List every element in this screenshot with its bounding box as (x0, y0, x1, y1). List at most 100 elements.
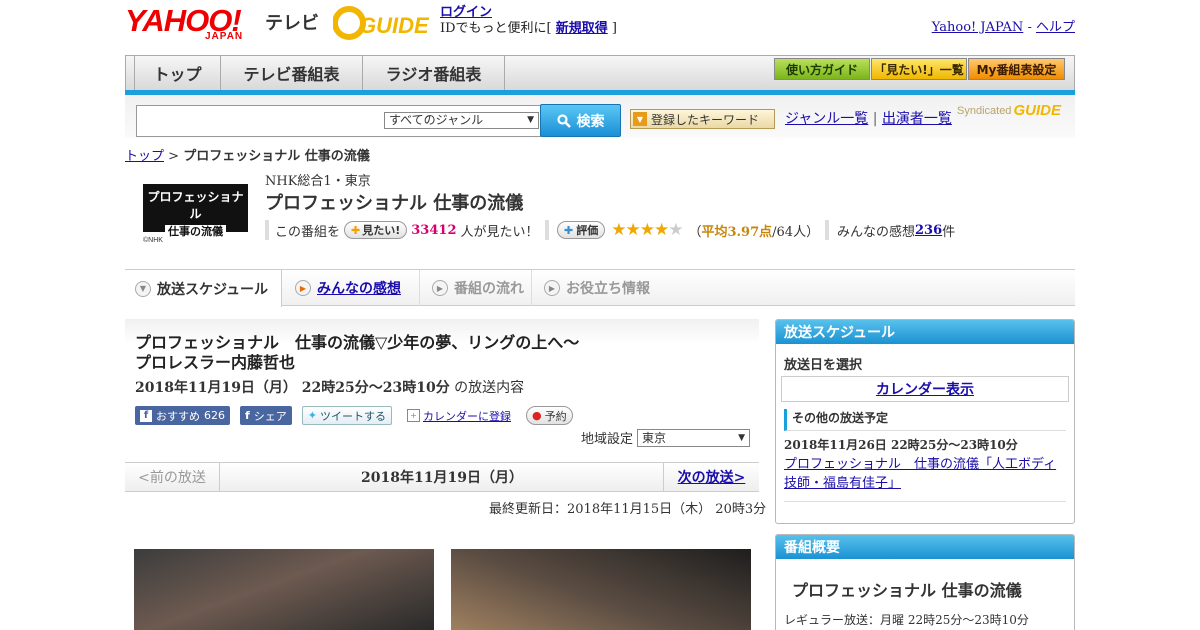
region-select[interactable]: 東京 ▼ (637, 428, 751, 447)
facebook-recommend-button[interactable]: f おすすめ 626 (135, 406, 230, 425)
episode-photo[interactable] (134, 549, 434, 630)
star-icon: ★ (653, 220, 669, 240)
star-icon: ★ (625, 220, 640, 240)
search-bar: すべてのジャンル ▼ 検索 ▼ 登録したキーワード ジャンル一覧 | 出演者一覧… (125, 95, 1075, 138)
star-icon: ★ (611, 220, 626, 240)
tab-top[interactable]: トップ (134, 56, 221, 90)
arrow-right-icon: ▶ (432, 280, 448, 296)
arrow-right-icon: ▶ (544, 280, 560, 296)
want-to-watch-label: 見たい! (362, 224, 401, 237)
episode-datetime: 2018年11月19日（月） 22時25分～23時10分 (135, 380, 450, 396)
arrow-right-icon: ▶ (295, 280, 311, 296)
genre-list-link[interactable]: ジャンル一覧 (785, 111, 868, 127)
syndicated-label: Syndicated (957, 104, 1012, 117)
want-count: 33412 (411, 222, 457, 238)
twitter-bird-icon: ✦ (307, 409, 318, 422)
episode-title-line2: プロレスラー内藤哲也 (135, 353, 296, 372)
tweet-button[interactable]: ✦ ツイートする (301, 406, 393, 425)
schedule-sidebar: 放送スケジュール 放送日を選択 カレンダー表示 その他の放送予定 2018年11… (775, 319, 1075, 524)
facebook-icon: f (140, 409, 152, 422)
breadcrumb-separator: > (164, 149, 184, 164)
reviews-count-link[interactable]: 236 (915, 223, 942, 238)
login-link[interactable]: ログイン (440, 5, 492, 20)
star-icon: ★ (639, 220, 655, 240)
want-to-watch-row: この番組を ✚ 見たい! 33412 人が見たい！ (265, 220, 539, 240)
tab-broadcast-schedule[interactable]: ▼ 放送スケジュール (125, 270, 282, 307)
gguide-logo-text: GUIDE (359, 13, 430, 38)
episode-photo[interactable] (451, 549, 751, 630)
summary-sidebar: 番組概要 プロフェッショナル 仕事の流儀 レギュラー放送：月曜 22時25分～2… (775, 534, 1075, 630)
tab-tv-listings[interactable]: テレビ番組表 (221, 56, 363, 90)
yahoo-japan-link[interactable]: Yahoo! JAPAN (932, 20, 1024, 35)
plus-icon: ✚ (564, 223, 574, 237)
rating-row: ✚ 評価 ★★★★★ （平均3.97点/64人） (545, 220, 819, 240)
region-label: 地域設定 (581, 432, 634, 447)
star-icon: ★ (668, 220, 683, 240)
yahoo-japan-wordmark: JAPAN (205, 31, 244, 42)
tab-program-flow: ▶ 番組の流れ (422, 270, 532, 306)
calendar-view-link[interactable]: カレンダー表示 (876, 379, 974, 399)
dropdown-arrow-icon: ▼ (633, 112, 647, 126)
signup-link[interactable]: 新規取得 (556, 21, 608, 36)
tab-useful-info: ▶ お役立ち情報 (534, 270, 674, 306)
facebook-recommend-label: おすすめ (156, 409, 200, 423)
facebook-share-label: シェア (253, 409, 287, 423)
review-count: みんなの感想 236 件 (825, 220, 955, 240)
episode-date-suffix: の放送内容 (449, 380, 525, 396)
want-prefix: この番組を (275, 224, 341, 240)
add-to-calendar-button[interactable]: + カレンダーに登録 (402, 406, 516, 425)
select-date-label: 放送日を選択 (784, 358, 863, 373)
tv-label: テレビ (265, 13, 319, 34)
other-broadcast-link[interactable]: プロフェッショナル 仕事の流儀「人工ボディ技師・福島有佳子」 (784, 457, 1056, 491)
login-block: ログイン IDでもっと便利に[ 新規取得 ] (440, 5, 617, 37)
episode-date: 2018年11月19日（月） 22時25分～23時10分 の放送内容 (135, 377, 524, 397)
my-listings-settings-button[interactable]: My番組表設定 (968, 58, 1065, 80)
usage-guide-button[interactable]: 使い方ガイド (774, 58, 870, 80)
saved-keywords-button[interactable]: ▼ 登録したキーワード (630, 109, 775, 129)
search-button[interactable]: 検索 (540, 104, 621, 137)
pager-current-date: 2018年11月19日（月） (361, 470, 523, 486)
rating-average: 平均3.97点 (701, 224, 773, 240)
facebook-icon: f (245, 409, 250, 422)
want-list-button[interactable]: 「見たい!」一覧 (871, 58, 967, 80)
facebook-share-button[interactable]: f シェア (240, 406, 292, 425)
gguide-logo[interactable]: GUIDE (333, 5, 433, 41)
add-to-calendar-link[interactable]: カレンダーに登録 (423, 408, 511, 424)
gguide-small-logo: GUIDE (1013, 102, 1061, 119)
program-subtabs: ▼ 放送スケジュール ▶ みんなの感想 ▶ 番組の流れ ▶ お役立ち情報 (125, 269, 1075, 307)
breadcrumb-current: プロフェッショナル 仕事の流儀 (183, 149, 370, 164)
genre-select[interactable]: すべてのジャンル ▼ (384, 112, 539, 129)
tweet-label: ツイートする (320, 409, 387, 423)
rating-open-paren: （ (688, 224, 702, 240)
want-suffix: 人が見たい！ (460, 224, 539, 240)
breadcrumb-top-link[interactable]: トップ (125, 149, 164, 164)
cast-list-link[interactable]: 出演者一覧 (882, 111, 952, 127)
prev-broadcast: <前の放送 (125, 463, 220, 491)
want-to-watch-button[interactable]: ✚ 見たい! (344, 221, 408, 239)
saved-keywords-label: 登録したキーワード (651, 112, 760, 127)
login-prompt: IDでもっと便利に[ (440, 21, 556, 36)
tab-reviews[interactable]: ▶ みんなの感想 (285, 270, 420, 306)
episode-pager: <前の放送 2018年11月19日（月） 次の放送> (125, 462, 759, 492)
rating-count: /64人） (772, 224, 820, 240)
login-prompt-end: ] (607, 21, 617, 36)
program-logo-line1: プロフェッショナル (147, 190, 244, 221)
tab-broadcast-schedule-label: 放送スケジュール (157, 281, 269, 298)
tab-useful-info-label: お役立ち情報 (566, 281, 650, 297)
reviews-prefix: みんなの感想 (837, 224, 916, 240)
other-broadcasts-head: その他の放送予定 (784, 409, 1066, 431)
top-links-separator: - (1023, 20, 1036, 35)
reserve-button[interactable]: ● 予約 (526, 406, 573, 425)
program-title: プロフェッショナル 仕事の流儀 (265, 193, 524, 214)
program-logo: プロフェッショナル 仕事の流儀 (143, 184, 248, 239)
rate-button[interactable]: ✚ 評価 (557, 221, 606, 239)
episode-title-line1: プロフェッショナル 仕事の流儀▽少年の夢、リングの上へ～ (135, 333, 580, 352)
arrow-down-icon: ▼ (135, 280, 151, 297)
chevron-down-icon: ▼ (527, 115, 534, 125)
next-broadcast-link[interactable]: 次の放送> (678, 467, 746, 487)
help-link[interactable]: ヘルプ (1036, 20, 1075, 35)
tab-reviews-label[interactable]: みんなの感想 (317, 278, 401, 298)
search-links: ジャンル一覧 | 出演者一覧 (785, 108, 952, 128)
tab-radio-listings[interactable]: ラジオ番組表 (363, 56, 505, 90)
program-logo-line2: 仕事の流儀 (165, 225, 226, 239)
